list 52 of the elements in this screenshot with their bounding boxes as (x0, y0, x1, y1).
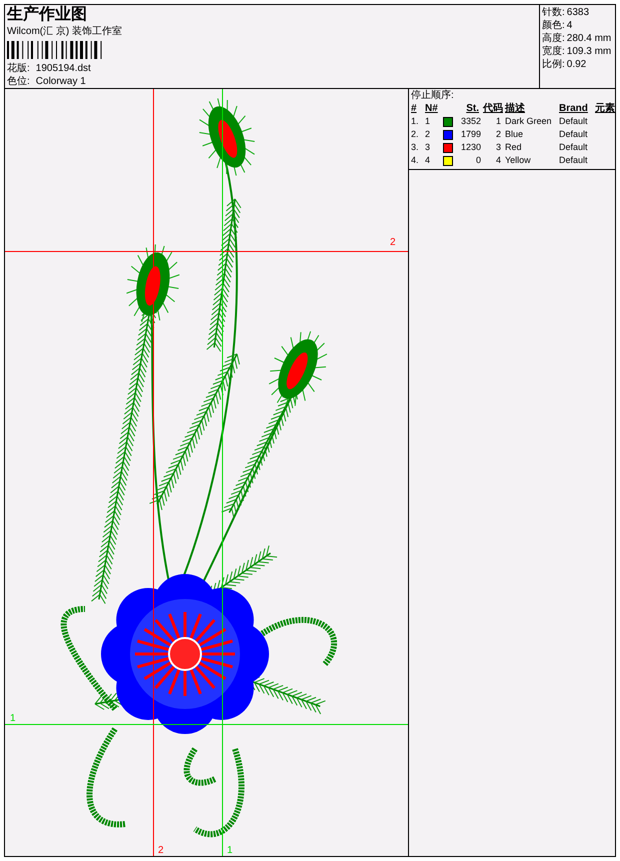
stat-label: 针数: (542, 6, 565, 19)
design-label: 花版: (7, 62, 30, 75)
table-cell-text: Default (559, 115, 589, 128)
guide-number: 1 (226, 845, 234, 856)
stat-label: 比例: (542, 58, 565, 71)
table-cell-text: Dark Green (505, 115, 553, 128)
table-cell-text: 1 (494, 115, 502, 128)
stat-value: 4 (566, 19, 572, 32)
column-header: 元素 (595, 102, 615, 115)
table-cell-text: 3. (411, 141, 420, 154)
column-header: N# (425, 102, 439, 115)
stat-label: 高度: (542, 32, 565, 45)
table-cell-text: 0 (474, 154, 481, 167)
colorway-label: 色位: (7, 75, 30, 88)
company-name: Wilcom(汇 京) 装饰工作室 (7, 25, 123, 38)
table-cell-text: 1. (411, 115, 420, 128)
stat-value: 0.92 (566, 58, 586, 71)
column-header: 代码 (482, 102, 504, 115)
design-value: 1905194.dst (36, 62, 91, 75)
table-cell-text: Default (559, 128, 589, 141)
column-header: St. (465, 102, 480, 115)
colorway-value: Colorway 1 (36, 75, 86, 88)
table-cell-text: 3 (494, 141, 502, 154)
stat-value: 280.4 mm (566, 32, 612, 45)
table-cell-text: 1230 (460, 141, 481, 154)
table-cell-text: Default (559, 154, 589, 167)
worksheet-title: 生产作业图 (7, 5, 88, 25)
table-cell-text: Yellow (505, 154, 532, 167)
guide-number: 2 (389, 237, 397, 248)
stop-sequence-title: 停止顺序: (411, 90, 454, 101)
column-header: Brand (559, 102, 589, 115)
table-cell-text: 2 (494, 128, 502, 141)
guide-number: 2 (157, 845, 165, 856)
table-cell-text: 2 (425, 128, 432, 141)
table-cell-text: 4. (411, 154, 420, 167)
table-cell-text: 3352 (460, 115, 481, 128)
table-cell-text: 4 (494, 154, 502, 167)
column-header: 描述 (505, 102, 526, 115)
table-cell-text: Blue (505, 128, 524, 141)
stat-value: 6383 (566, 6, 590, 19)
table-cell-text: 1 (425, 115, 432, 128)
table-cell-text: 1799 (460, 128, 481, 141)
guide-number: 1 (9, 713, 17, 724)
column-header: # (411, 102, 418, 115)
table-cell-text: 4 (425, 154, 432, 167)
table-cell-text: 2. (411, 128, 420, 141)
table-cell-text: Default (559, 141, 589, 154)
stat-label: 颜色: (542, 19, 565, 32)
stat-value: 109.3 mm (566, 45, 612, 58)
table-cell-text: 3 (425, 141, 432, 154)
table-cell-text: Red (505, 141, 523, 154)
stat-label: 宽度: (542, 45, 565, 58)
